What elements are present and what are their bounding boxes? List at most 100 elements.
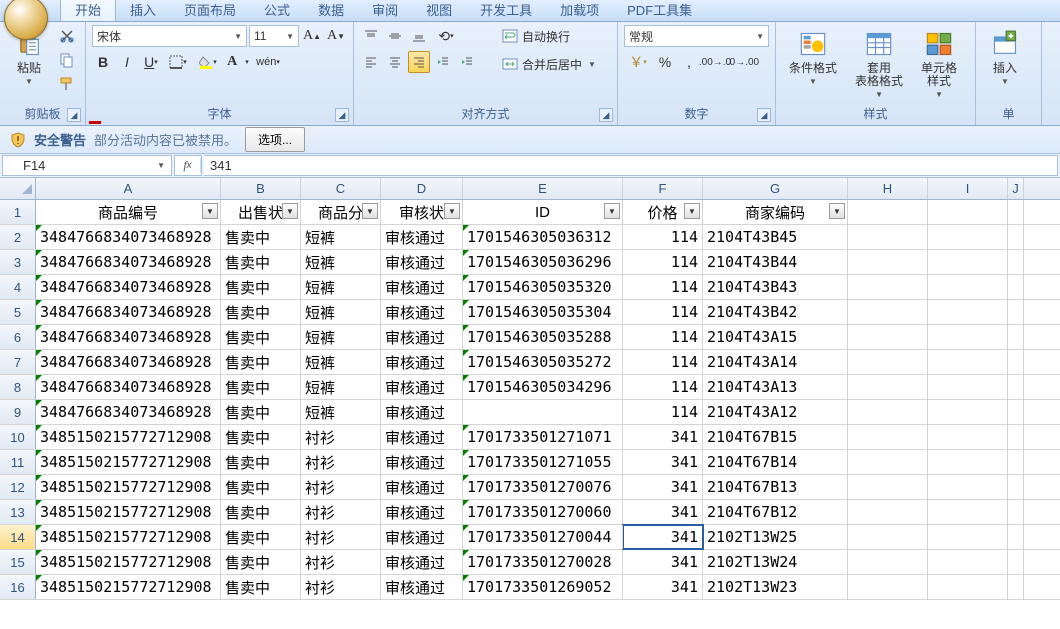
merge-center-button[interactable]: 合并后居中▼ — [495, 53, 603, 75]
cell[interactable]: 114 — [623, 350, 703, 374]
row-header[interactable]: 14 — [0, 525, 36, 549]
cell[interactable]: 3485150215772712908 — [36, 525, 221, 549]
select-all-corner[interactable] — [0, 178, 36, 199]
cell[interactable]: 审核通过 — [381, 375, 463, 399]
cell[interactable]: 114 — [623, 275, 703, 299]
tab-公式[interactable]: 公式 — [250, 0, 304, 21]
cell[interactable]: 3485150215772712908 — [36, 550, 221, 574]
cell[interactable]: 3484766834073468928 — [36, 250, 221, 274]
cell[interactable]: 售卖中 — [221, 400, 301, 424]
cell[interactable]: 售卖中 — [221, 325, 301, 349]
cell[interactable] — [928, 375, 1008, 399]
tab-视图[interactable]: 视图 — [412, 0, 466, 21]
cell[interactable]: 1701733501269052 — [463, 575, 623, 599]
row-header[interactable]: 10 — [0, 425, 36, 449]
cell[interactable]: 售卖中 — [221, 375, 301, 399]
cell[interactable]: 1701733501270044 — [463, 525, 623, 549]
cell[interactable] — [928, 400, 1008, 424]
cell[interactable] — [928, 325, 1008, 349]
cell[interactable] — [1008, 200, 1024, 224]
cell[interactable] — [1008, 275, 1024, 299]
align-top-button[interactable] — [360, 25, 382, 47]
cell[interactable] — [1008, 350, 1024, 374]
cell[interactable]: 3485150215772712908 — [36, 500, 221, 524]
cell[interactable]: 短裤 — [301, 350, 381, 374]
cell[interactable] — [928, 500, 1008, 524]
cell[interactable]: 审核通过 — [381, 525, 463, 549]
cell[interactable] — [928, 225, 1008, 249]
cell[interactable]: 341 — [623, 450, 703, 474]
cell[interactable]: 短裤 — [301, 300, 381, 324]
fill-color-button[interactable]: ▾ — [194, 51, 222, 73]
cell[interactable]: 341 — [623, 550, 703, 574]
cell[interactable]: 审核通过 — [381, 300, 463, 324]
cell[interactable]: 1701546305036296 — [463, 250, 623, 274]
header-cell[interactable]: 价格▼ — [623, 200, 703, 224]
cell[interactable]: 3484766834073468928 — [36, 350, 221, 374]
cell[interactable] — [1008, 400, 1024, 424]
cell[interactable] — [1008, 500, 1024, 524]
cell[interactable]: 1701546305035304 — [463, 300, 623, 324]
cell[interactable]: 2104T43A14 — [703, 350, 848, 374]
cell[interactable]: 衬衫 — [301, 575, 381, 599]
number-format-combo[interactable]: 常规▼ — [624, 25, 769, 47]
cell[interactable]: 售卖中 — [221, 225, 301, 249]
cell[interactable]: 售卖中 — [221, 450, 301, 474]
cell[interactable]: 审核通过 — [381, 475, 463, 499]
cell[interactable]: 114 — [623, 300, 703, 324]
cell[interactable]: 售卖中 — [221, 350, 301, 374]
number-dialog-launcher[interactable]: ◢ — [757, 108, 771, 122]
row-header[interactable]: 6 — [0, 325, 36, 349]
cell[interactable] — [848, 500, 928, 524]
cell[interactable] — [928, 450, 1008, 474]
col-header-J[interactable]: J — [1008, 178, 1024, 199]
filter-button[interactable]: ▼ — [604, 203, 620, 219]
name-box[interactable]: F14▼ — [2, 155, 172, 176]
cell[interactable]: 衬衫 — [301, 475, 381, 499]
cell[interactable]: 审核通过 — [381, 225, 463, 249]
cell[interactable]: 审核通过 — [381, 250, 463, 274]
cell[interactable] — [1008, 225, 1024, 249]
cell[interactable]: 1701733501270076 — [463, 475, 623, 499]
cell[interactable] — [848, 575, 928, 599]
filter-button[interactable]: ▼ — [444, 203, 460, 219]
cell[interactable] — [463, 400, 623, 424]
cell[interactable]: 售卖中 — [221, 425, 301, 449]
cell[interactable]: 1701546305035320 — [463, 275, 623, 299]
font-face-combo[interactable]: 宋体▼ — [92, 25, 247, 47]
align-left-button[interactable] — [360, 51, 382, 73]
cell[interactable] — [928, 275, 1008, 299]
comma-button[interactable]: , — [678, 51, 700, 73]
row-header[interactable]: 12 — [0, 475, 36, 499]
italic-button[interactable]: I — [116, 51, 138, 73]
tab-审阅[interactable]: 审阅 — [358, 0, 412, 21]
cell[interactable] — [848, 325, 928, 349]
percent-button[interactable]: % — [654, 51, 676, 73]
align-middle-button[interactable] — [384, 25, 406, 47]
cell[interactable]: 1701733501270060 — [463, 500, 623, 524]
grow-font-button[interactable]: A▲ — [301, 25, 323, 47]
cell[interactable]: 审核通过 — [381, 550, 463, 574]
cell[interactable] — [848, 450, 928, 474]
cell[interactable]: 2102T13W25 — [703, 525, 848, 549]
cell[interactable]: 2104T43A13 — [703, 375, 848, 399]
clipboard-dialog-launcher[interactable]: ◢ — [67, 108, 81, 122]
cell[interactable]: 3485150215772712908 — [36, 475, 221, 499]
cell[interactable]: 审核通过 — [381, 425, 463, 449]
cell[interactable]: 2104T43B45 — [703, 225, 848, 249]
cell[interactable] — [848, 200, 928, 224]
orientation-button[interactable]: ⟲▾ — [432, 25, 460, 47]
cell[interactable]: 审核通过 — [381, 500, 463, 524]
increase-decimal-button[interactable]: .00→.0 — [702, 51, 728, 73]
cell[interactable] — [928, 550, 1008, 574]
cell[interactable]: 341 — [623, 475, 703, 499]
row-header[interactable]: 8 — [0, 375, 36, 399]
cell[interactable] — [1008, 575, 1024, 599]
alignment-dialog-launcher[interactable]: ◢ — [599, 108, 613, 122]
cell[interactable] — [848, 350, 928, 374]
filter-button[interactable]: ▼ — [202, 203, 218, 219]
cell[interactable]: 3484766834073468928 — [36, 325, 221, 349]
cell[interactable]: 2102T13W23 — [703, 575, 848, 599]
col-header-B[interactable]: B — [221, 178, 301, 199]
cell[interactable]: 2104T67B12 — [703, 500, 848, 524]
